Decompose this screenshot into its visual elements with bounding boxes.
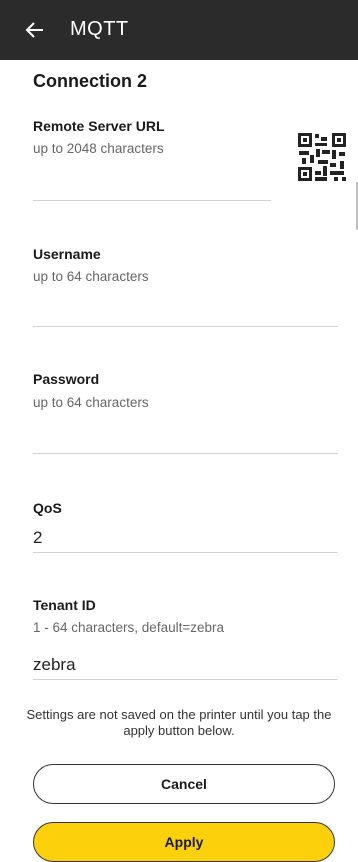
cancel-button-label: Cancel	[161, 776, 207, 792]
apply-button[interactable]: Apply	[33, 822, 335, 862]
save-notice: Settings are not saved on the printer un…	[26, 707, 332, 738]
password-label: Password	[33, 371, 100, 387]
tenant-id-underline	[33, 679, 338, 680]
username-input[interactable]	[33, 292, 338, 328]
remote-server-url-label: Remote Server URL	[33, 118, 165, 134]
app-bar: MQTT	[0, 0, 358, 60]
qos-value: 2	[33, 528, 43, 547]
remote-server-url-hint: up to 2048 characters	[33, 141, 164, 156]
apply-button-label: Apply	[164, 834, 204, 850]
arrow-left-icon[interactable]	[22, 17, 48, 43]
password-input[interactable]	[33, 418, 338, 454]
remote-server-url-underline	[33, 200, 271, 201]
page-title: MQTT	[70, 18, 129, 40]
password-hint: up to 64 characters	[33, 395, 149, 410]
username-hint: up to 64 characters	[33, 269, 149, 284]
section-title: Connection 2	[33, 71, 148, 91]
remote-server-url-input[interactable]	[33, 165, 271, 201]
cancel-button[interactable]: Cancel	[33, 764, 335, 804]
qos-label: QoS	[33, 500, 62, 516]
password-underline	[33, 453, 338, 454]
tenant-id-hint: 1 - 64 characters, default=zebra	[33, 620, 224, 635]
qos-underline	[33, 552, 338, 553]
qos-input[interactable]: 2	[33, 524, 338, 554]
tenant-id-label: Tenant ID	[33, 597, 96, 613]
username-underline	[33, 326, 338, 327]
tenant-id-value: zebra	[33, 655, 76, 674]
qr-code-icon[interactable]	[296, 131, 348, 183]
username-label: Username	[33, 246, 101, 262]
tenant-id-input[interactable]: zebra	[33, 651, 338, 681]
